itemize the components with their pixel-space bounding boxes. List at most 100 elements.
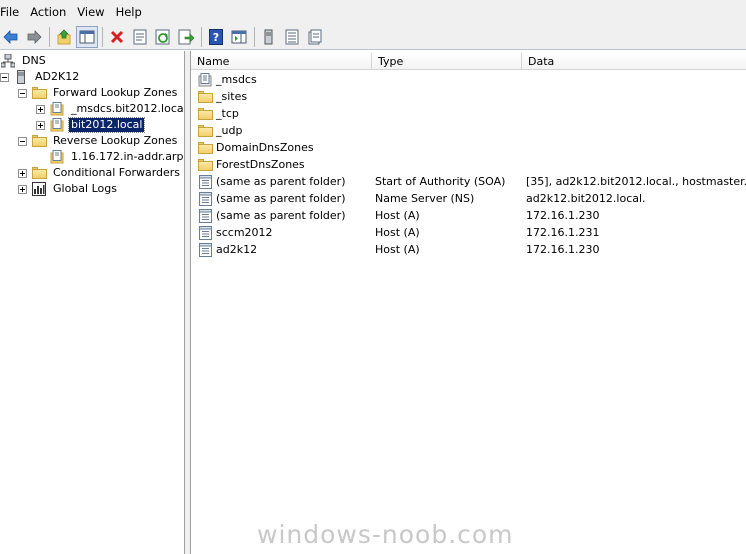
record-name: (same as parent folder) [216,209,346,222]
tree-label: _msdcs.bit2012.local [71,102,185,115]
cell-name: DomainDnsZones [191,141,371,155]
cell-name: (same as parent folder) [191,191,371,206]
record-name: sccm2012 [216,226,273,239]
tree-item-dns[interactable]: DNS [0,53,48,69]
record-name: (same as parent folder) [216,175,346,188]
tree-item-reverse-zone[interactable]: 1.16.172.in-addr.arpa [49,149,185,165]
event-log-icon [31,182,47,196]
refresh-icon[interactable] [152,26,174,48]
expand-icon[interactable] [18,168,27,178]
column-header-data[interactable]: Data [522,53,746,70]
list-row[interactable]: sccm2012 Host (A) 172.16.1.231 [191,224,746,241]
toolbar-separator [201,26,202,47]
list-row[interactable]: _udp [191,122,746,139]
tree-item-server[interactable]: AD2K12 [0,69,81,85]
toolbar-separator [49,26,50,47]
dns-icon [0,54,16,68]
expand-icon[interactable] [18,184,27,194]
collapse-icon[interactable] [18,136,27,146]
column-header-name[interactable]: Name [191,53,372,70]
list-row[interactable]: ad2k12 Host (A) 172.16.1.230 [191,241,746,258]
record-name: _tcp [216,107,239,120]
record-name: _msdcs [216,73,257,86]
list-row[interactable]: _tcp [191,105,746,122]
tree-label: Conditional Forwarders [53,166,181,179]
record-icon[interactable] [304,26,326,48]
server-icon [13,70,29,84]
list-row[interactable]: ForestDnsZones [191,156,746,173]
properties-icon[interactable] [129,26,151,48]
show-hide-tree-icon[interactable] [76,25,98,48]
expand-icon[interactable] [36,104,45,114]
tree-item-forward-lookup-zones[interactable]: Forward Lookup Zones [18,85,179,101]
tree-item-msdcs-zone[interactable]: _msdcs.bit2012.local [36,101,185,117]
cell-name: (same as parent folder) [191,174,371,189]
tree-item-bit2012-zone[interactable]: bit2012.local [36,117,146,133]
results-pane: Name Type Data _msdcs _sites _tcp _udp Domai… [191,51,746,554]
back-icon[interactable] [0,26,22,48]
list-row[interactable]: (same as parent folder) Start of Authorit… [191,173,746,190]
folder-icon [197,124,213,138]
menu-bar: File Action View Help [0,0,746,24]
toolbar-separator [254,26,255,47]
record-name: ForestDnsZones [216,158,305,171]
dns-record-icon [197,174,213,189]
tree-item-global-logs[interactable]: Global Logs [18,181,119,197]
collapse-icon[interactable] [0,72,9,82]
export-list-icon[interactable] [175,26,197,48]
record-name: _udp [216,124,243,137]
menu-help[interactable]: Help [113,0,150,24]
record-data: 172.16.1.230 [526,243,600,256]
record-type: Host (A) [375,209,420,222]
server-icon[interactable] [258,26,280,48]
tree-label: DNS [22,54,46,67]
cell-name: ForestDnsZones [191,158,371,172]
cell-name: _sites [191,90,371,104]
tree-item-conditional-forwarders[interactable]: Conditional Forwarders [18,165,182,181]
column-header-type[interactable]: Type [372,53,522,70]
list-header: Name Type Data [191,53,746,70]
record-data: 172.16.1.230 [526,209,600,222]
list-row[interactable]: _msdcs [191,71,746,88]
list-row[interactable]: (same as parent folder) Name Server (NS) a… [191,190,746,207]
watermark: windows-noob.com [257,520,514,549]
cell-name: _msdcs [191,72,371,87]
menu-action[interactable]: Action [27,0,74,24]
list-row[interactable]: _sites [191,88,746,105]
svg-text:?: ? [213,31,219,44]
collapse-icon[interactable] [18,88,27,98]
zone-icon[interactable] [281,26,303,48]
tree-item-reverse-lookup-zones[interactable]: Reverse Lookup Zones [18,133,179,149]
help-icon[interactable]: ? [205,26,227,48]
forward-icon[interactable] [23,26,45,48]
up-level-icon[interactable] [53,26,75,48]
list-row[interactable]: (same as parent folder) Host (A) 172.16.1.… [191,207,746,224]
record-data: [35], ad2k12.bit2012.local., hostmaster.… [526,175,746,188]
folder-icon [197,158,213,172]
record-name: ad2k12 [216,243,258,256]
record-name: DomainDnsZones [216,141,314,154]
dns-record-icon [197,191,213,206]
zone-icon [49,118,65,132]
expand-icon[interactable] [36,120,45,130]
cell-name: _tcp [191,107,371,121]
folder-icon [197,90,213,104]
cell-name: sccm2012 [191,225,371,240]
record-type: Host (A) [375,226,420,239]
record-type: Name Server (NS) [375,192,475,205]
record-name: _sites [216,90,248,103]
record-data: ad2k12.bit2012.local. [526,192,646,205]
tree-label: Forward Lookup Zones [53,86,178,99]
menu-file[interactable]: File [0,0,27,24]
folder-icon [31,134,47,148]
cell-name: ad2k12 [191,242,371,257]
dns-record-icon [197,208,213,223]
folder-icon [31,166,47,180]
tree-label: Global Logs [53,182,117,195]
delete-icon[interactable] [106,26,128,48]
tree-label: 1.16.172.in-addr.arpa [71,150,185,163]
show-hide-action-pane-icon[interactable] [228,26,250,48]
list-row[interactable]: DomainDnsZones [191,139,746,156]
record-type: Host (A) [375,243,420,256]
menu-view[interactable]: View [74,0,112,24]
